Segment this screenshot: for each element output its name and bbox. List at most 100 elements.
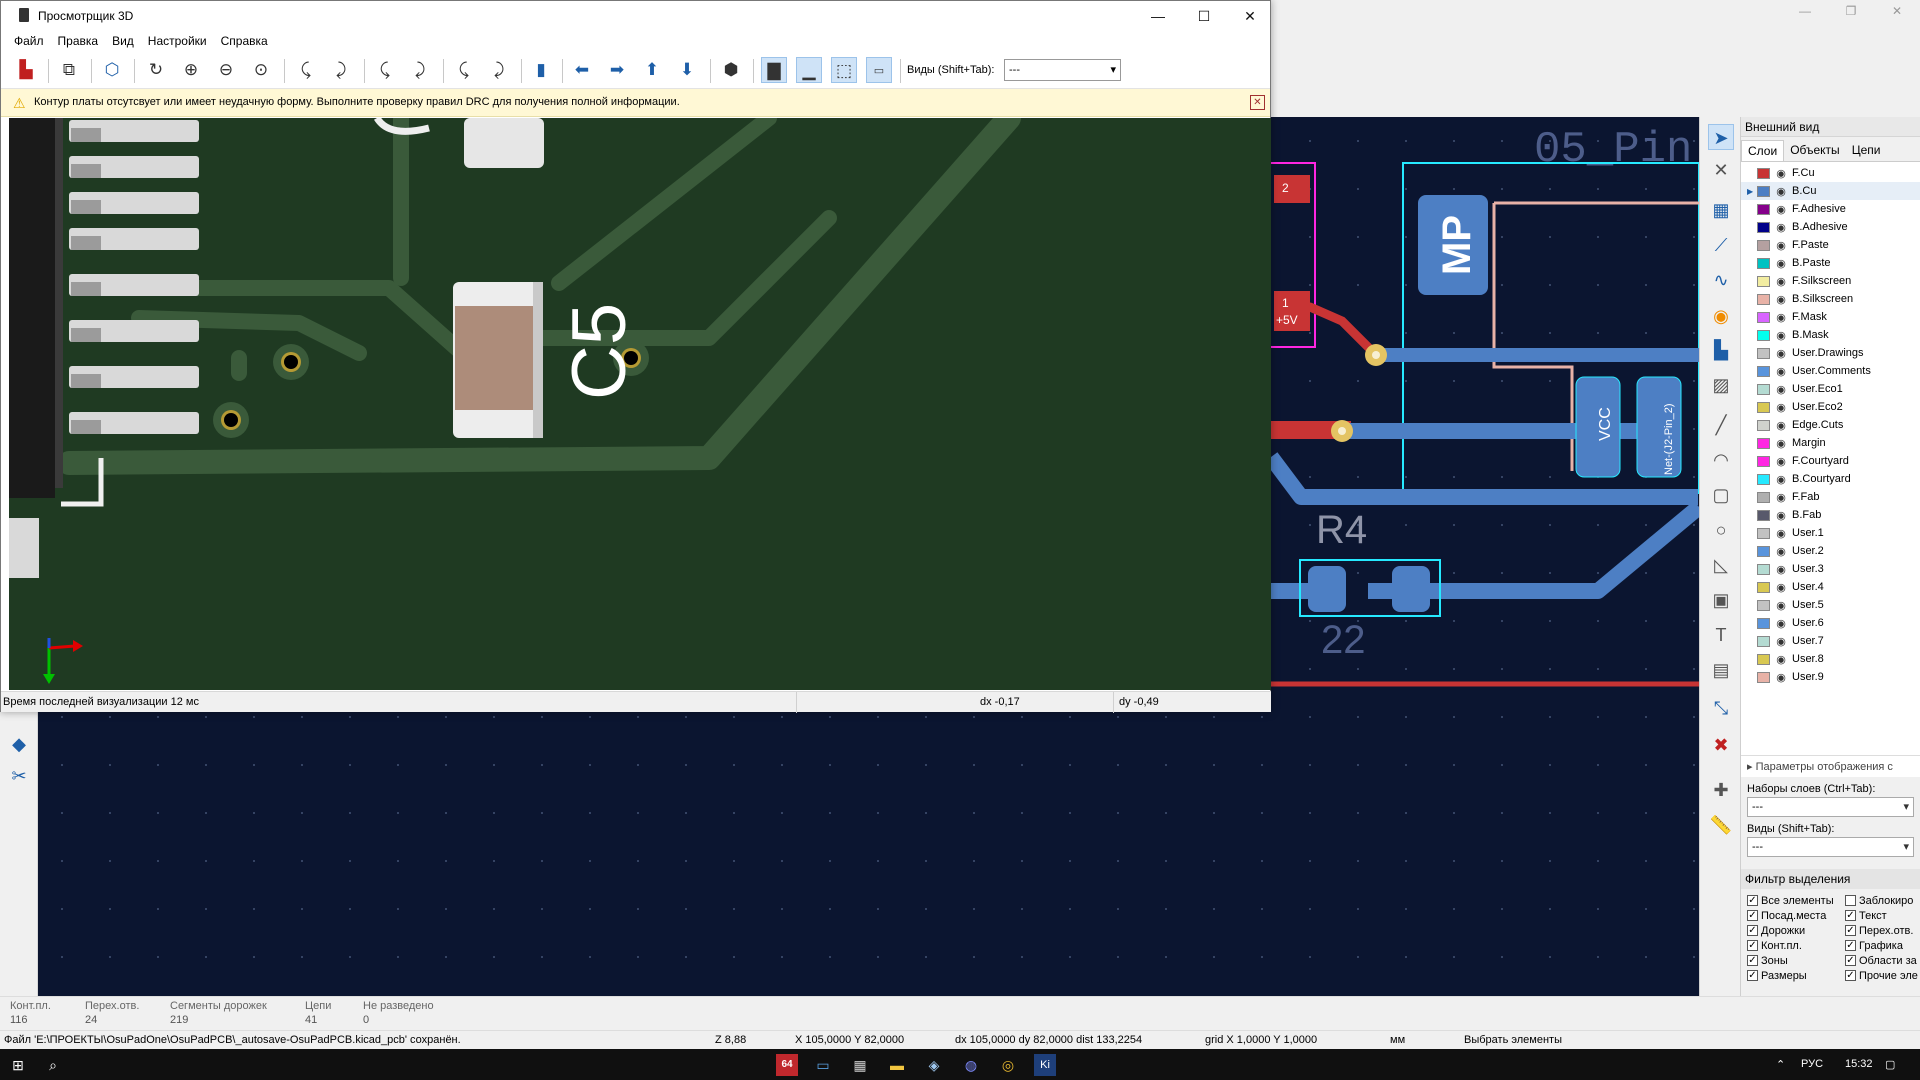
layer-color-swatch[interactable] <box>1757 221 1770 233</box>
close-icon[interactable]: ✕ <box>1874 0 1920 22</box>
layer-row[interactable]: ◉ User.9 <box>1741 668 1920 686</box>
layer-color-swatch[interactable] <box>1757 401 1770 413</box>
filter-checkbox[interactable]: ✓ Зоны <box>1747 953 1845 968</box>
eye-icon[interactable]: ◉ <box>1774 473 1788 486</box>
rotate-z-cw-icon[interactable]: ⤹ <box>451 57 477 83</box>
layer-color-swatch[interactable] <box>1757 383 1770 395</box>
layer-row[interactable]: ◉ B.Paste <box>1741 254 1920 272</box>
eye-icon[interactable]: ◉ <box>1774 509 1788 522</box>
eye-icon[interactable]: ◉ <box>1774 347 1788 360</box>
eye-icon[interactable]: ◉ <box>1774 167 1788 180</box>
layer-row[interactable]: ◉ User.6 <box>1741 614 1920 632</box>
rotate-x-cw-icon[interactable]: ⤹ <box>293 57 319 83</box>
restore-icon[interactable]: ❐ <box>1828 0 1874 22</box>
filter-checkbox[interactable]: Заблокиро <box>1845 893 1920 908</box>
layer-color-swatch[interactable] <box>1757 329 1770 341</box>
eye-icon[interactable]: ◉ <box>1774 545 1788 558</box>
checkbox-icon[interactable]: ✓ <box>1747 970 1758 981</box>
checkbox-icon[interactable] <box>1845 895 1856 906</box>
layer-row[interactable]: ◉ F.Courtyard <box>1741 452 1920 470</box>
show-not-in-pos-icon[interactable]: ▭ <box>866 57 892 83</box>
menu-item[interactable]: Вид <box>105 31 141 51</box>
layer-row[interactable]: ◉ User.4 <box>1741 578 1920 596</box>
eye-icon[interactable]: ◉ <box>1774 293 1788 306</box>
layer-color-swatch[interactable] <box>1757 491 1770 503</box>
checkbox-icon[interactable]: ✓ <box>1747 895 1758 906</box>
menu-item[interactable]: Правка <box>51 31 106 51</box>
filter-checkbox[interactable]: ✓ Текст <box>1845 908 1920 923</box>
filter-checkbox[interactable]: ✓ Конт.пл. <box>1747 938 1845 953</box>
layer-color-swatch[interactable] <box>1757 545 1770 557</box>
filter-checkbox[interactable]: ✓ Размеры <box>1747 968 1845 983</box>
eye-icon[interactable]: ◉ <box>1774 437 1788 450</box>
refresh-icon[interactable]: ↻ <box>143 57 169 83</box>
layer-row[interactable]: ◉ User.Eco2 <box>1741 398 1920 416</box>
add-via-icon[interactable]: ◉ <box>1708 303 1734 329</box>
kicad-icon[interactable]: Ki <box>1034 1054 1056 1076</box>
eye-icon[interactable]: ◉ <box>1774 239 1788 252</box>
show-smd-icon[interactable]: ▁ <box>796 57 822 83</box>
layer-color-swatch[interactable] <box>1757 437 1770 449</box>
zoom-out-icon[interactable]: ⊖ <box>213 57 239 83</box>
minimize-icon[interactable]: — <box>1135 1 1181 31</box>
layer-color-swatch[interactable] <box>1757 527 1770 539</box>
layer-color-swatch[interactable] <box>1757 671 1770 683</box>
route-track-icon[interactable]: ⟋ <box>1708 232 1734 258</box>
chevron-up-icon[interactable]: ⌃ <box>1776 1058 1785 1071</box>
layer-row[interactable]: ◉ F.Cu <box>1741 164 1920 182</box>
eye-icon[interactable]: ◉ <box>1774 617 1788 630</box>
layer-row[interactable]: ▶ ◉ B.Cu <box>1741 182 1920 200</box>
layer-color-swatch[interactable] <box>1757 239 1770 251</box>
layer-row[interactable]: ◉ B.Adhesive <box>1741 218 1920 236</box>
display-options-toggle[interactable]: ▸ Параметры отображения с <box>1741 756 1920 777</box>
layer-color-swatch[interactable] <box>1757 473 1770 485</box>
layer-row[interactable]: ◉ User.Eco1 <box>1741 380 1920 398</box>
tab-nets[interactable]: Цепи <box>1846 140 1887 161</box>
eye-icon[interactable]: ◉ <box>1774 527 1788 540</box>
eye-icon[interactable]: ◉ <box>1774 365 1788 378</box>
draw-circle-icon[interactable]: ○ <box>1708 517 1734 543</box>
eye-icon[interactable]: ◉ <box>1774 329 1788 342</box>
layer-row[interactable]: ◉ User.5 <box>1741 596 1920 614</box>
checkbox-icon[interactable]: ✓ <box>1845 955 1856 966</box>
chrome-icon[interactable]: ◎ <box>997 1054 1019 1076</box>
layer-color-swatch[interactable] <box>1757 257 1770 269</box>
draw-line-icon[interactable]: ╱ <box>1708 412 1734 438</box>
move-left-icon[interactable]: ⬅ <box>569 57 595 83</box>
rotate-y-ccw-icon[interactable]: ⤸ <box>407 57 433 83</box>
layer-row[interactable]: ◉ User.Drawings <box>1741 344 1920 362</box>
copy-image-icon[interactable]: ⧉ <box>56 57 82 83</box>
menu-item[interactable]: Настройки <box>141 31 214 51</box>
filter-checkbox[interactable]: ✓ Посад.места <box>1747 908 1845 923</box>
eye-icon[interactable]: ◉ <box>1774 275 1788 288</box>
steam-icon[interactable]: ◈ <box>923 1054 945 1076</box>
layer-color-swatch[interactable] <box>1757 365 1770 377</box>
eye-icon[interactable]: ◉ <box>1774 203 1788 216</box>
layer-row[interactable]: ◉ B.Fab <box>1741 506 1920 524</box>
filter-checkbox[interactable]: ✓ Все элементы <box>1747 893 1845 908</box>
eye-icon[interactable]: ◉ <box>1774 311 1788 324</box>
app-64-icon[interactable]: 64 <box>776 1054 798 1076</box>
rotate-z-ccw-icon[interactable]: ⤸ <box>486 57 512 83</box>
rule-area-icon[interactable]: ▨ <box>1708 372 1734 398</box>
layer-color-swatch[interactable] <box>1757 617 1770 629</box>
layer-row[interactable]: ◉ F.Fab <box>1741 488 1920 506</box>
eye-icon[interactable]: ◉ <box>1774 383 1788 396</box>
layer-color-swatch[interactable] <box>1757 599 1770 611</box>
eye-icon[interactable]: ◉ <box>1774 257 1788 270</box>
close-icon[interactable]: ✕ <box>1227 1 1273 31</box>
layer-color-swatch[interactable] <box>1757 311 1770 323</box>
tab-layers[interactable]: Слои <box>1741 140 1785 161</box>
layer-row[interactable]: ◉ F.Paste <box>1741 236 1920 254</box>
layer-row[interactable]: ◉ User.2 <box>1741 542 1920 560</box>
layers-manager-icon[interactable]: ◆ <box>6 731 32 757</box>
layer-row[interactable]: ◉ User.Comments <box>1741 362 1920 380</box>
eye-icon[interactable]: ◉ <box>1774 599 1788 612</box>
add-image-icon[interactable]: ▣ <box>1708 587 1734 613</box>
app-window-icon[interactable]: ▭ <box>812 1054 834 1076</box>
layer-color-swatch[interactable] <box>1757 293 1770 305</box>
layer-row[interactable]: ◉ User.7 <box>1741 632 1920 650</box>
tune-length-icon[interactable]: ∿ <box>1708 267 1734 293</box>
layer-color-swatch[interactable] <box>1757 203 1770 215</box>
tools-icon[interactable]: ✂ <box>6 763 32 789</box>
